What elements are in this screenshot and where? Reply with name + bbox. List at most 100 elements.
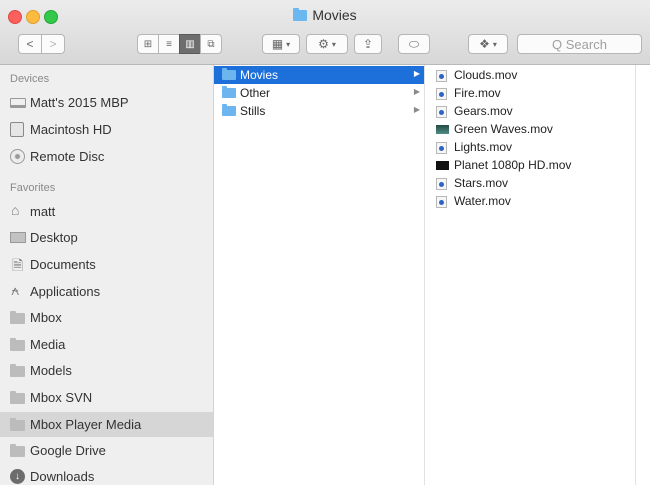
sidebar-item-desktop[interactable]: Desktop [0,225,213,250]
share-button[interactable]: ⇪ [354,34,382,54]
sidebar-item-label: Google Drive [30,443,106,458]
dropbox-icon: ❖ [479,37,490,51]
folder-icon [10,364,25,377]
sidebar-item-matts-2015-mbp[interactable]: Matt's 2015 MBP [0,90,213,115]
file-item[interactable]: Green Waves.mov [426,120,635,138]
sidebar: Devices Matt's 2015 MBP Macintosh HD Rem… [0,65,214,485]
cover-flow-view-button[interactable]: ⧉ [200,34,222,54]
sidebar-item-label: Macintosh HD [30,122,112,137]
sidebar-item-mbox-svn[interactable]: Mbox SVN [0,385,213,410]
dropbox-button[interactable]: ❖ ▾ [468,34,508,54]
movie-thumbnail-icon [436,161,449,170]
column-item-label: Movies [240,68,279,82]
title-bar: Movies < > ⊞ ≡ ▥ ⧉ ▦ ▾ ⚙ ▾ ⇪ ⬭ ❖ ▾ Q Search [0,0,650,65]
file-item-label: Planet 1080p HD.mov [454,158,572,172]
sidebar-item-label: Desktop [30,230,78,245]
sidebar-item-downloads[interactable]: ↓ Downloads [0,464,213,485]
sidebar-item-remote-disc[interactable]: Remote Disc [0,144,213,169]
window-title: Movies [0,7,650,23]
sidebar-item-models[interactable]: Models [0,358,213,383]
gear-icon: ⚙ [318,37,329,51]
search-input[interactable]: Q Search [517,34,642,54]
empty-column [636,65,650,485]
sidebar-item-label: matt [30,204,56,219]
folder-icon [10,418,25,431]
column-item-stills[interactable]: Stills ▶ [214,102,424,120]
sidebar-section-favorites: Favorites [10,182,56,194]
folder-icon [222,104,236,116]
folder-icon [222,86,236,98]
sidebar-item-documents[interactable]: 🗎 Documents [0,252,213,277]
file-item-label: Lights.mov [454,140,513,154]
file-item[interactable]: Clouds.mov [426,66,635,84]
disclosure-arrow-icon: ▶ [413,69,420,78]
sidebar-item-label: Mbox [30,310,62,325]
column-item-movies[interactable]: Movies ▶ [214,66,424,84]
folder-icon [10,444,25,457]
file-item-label: Clouds.mov [454,68,518,82]
sidebar-item-mbox[interactable]: Mbox [0,305,213,330]
movie-file-icon [436,196,447,208]
tag-icon: ⬭ [408,36,420,51]
chevron-down-icon: ▾ [331,39,336,49]
file-item-label: Fire.mov [454,86,501,100]
forward-button[interactable]: > [41,34,65,54]
disclosure-arrow-icon: ▶ [413,105,420,114]
chevron-down-icon: ▾ [286,39,291,49]
finder-window: Movies < > ⊞ ≡ ▥ ⧉ ▦ ▾ ⚙ ▾ ⇪ ⬭ ❖ ▾ Q Search… [0,0,650,485]
sidebar-item-matt[interactable]: ⌂ matt [0,199,213,224]
arrange-button[interactable]: ▦ ▾ [262,34,300,54]
list-view-button[interactable]: ≡ [158,34,180,54]
share-icon: ⇪ [362,37,374,51]
folder-icon [293,8,308,21]
movie-file-icon [436,70,447,82]
action-button[interactable]: ⚙ ▾ [306,34,348,54]
folder-icon [222,68,236,80]
file-item[interactable]: Stars.mov [426,174,635,192]
folder-icon [10,311,25,324]
column-folders: Movies ▶ Other ▶ Stills ▶ [214,65,425,485]
movie-thumbnail-icon [436,125,449,134]
movie-file-icon [436,142,447,154]
sidebar-item-google-drive[interactable]: Google Drive [0,438,213,463]
sidebar-item-macintosh-hd[interactable]: Macintosh HD [0,117,213,142]
icon-view-button[interactable]: ⊞ [137,34,159,54]
file-item[interactable]: Gears.mov [426,102,635,120]
applications-icon: ⍲ [11,282,20,298]
file-item-label: Gears.mov [454,104,513,118]
file-item[interactable]: Fire.mov [426,84,635,102]
desktop-icon [10,232,26,243]
sidebar-item-label: Mbox SVN [30,390,93,405]
sidebar-item-mbox-player-media[interactable]: Mbox Player Media [0,412,213,437]
folder-icon [10,338,25,351]
sidebar-item-label: Downloads [30,469,95,484]
sidebar-item-media[interactable]: Media [0,332,213,357]
column-view-button[interactable]: ▥ [179,34,201,54]
downloads-icon: ↓ [10,469,25,484]
column-item-label: Stills [240,104,266,118]
file-item[interactable]: Planet 1080p HD.mov [426,156,635,174]
sidebar-item-label: Applications [30,284,101,299]
file-item[interactable]: Lights.mov [426,138,635,156]
movie-file-icon [436,106,447,118]
tags-button[interactable]: ⬭ [398,34,430,54]
documents-icon: 🗎 [12,257,24,273]
column-item-other[interactable]: Other ▶ [214,84,424,102]
file-item-label: Green Waves.mov [454,122,553,136]
arrange-icon: ▦ [271,37,284,51]
sidebar-section-devices: Devices [10,73,50,85]
back-button[interactable]: < [18,34,42,54]
sidebar-item-label: Models [30,363,72,378]
disclosure-arrow-icon: ▶ [413,87,420,96]
file-item-label: Stars.mov [454,176,509,190]
movie-file-icon [436,88,447,100]
movie-file-icon [436,178,447,190]
column-item-label: Other [240,86,271,100]
sidebar-item-label: Remote Disc [30,149,105,164]
sidebar-item-label: Media [30,337,66,352]
file-item[interactable]: Water.mov [426,192,635,210]
chevron-down-icon: ▾ [492,39,497,49]
sidebar-item-applications[interactable]: ⍲ Applications [0,279,213,304]
column-movie-files: Clouds.mov Fire.mov Gears.mov Green Wave… [426,65,636,485]
folder-icon [10,391,25,404]
